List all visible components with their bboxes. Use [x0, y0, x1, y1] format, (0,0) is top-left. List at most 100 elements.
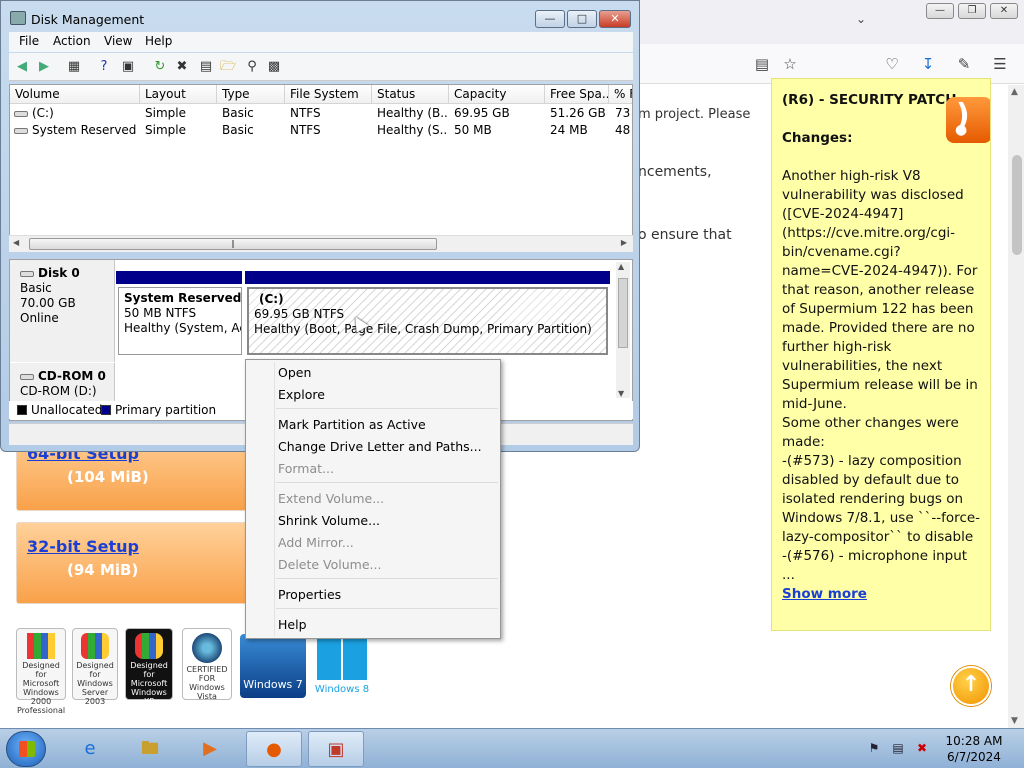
page-text-line: o ensure that	[638, 227, 732, 243]
column-header-capacity[interactable]: Capacity	[449, 85, 545, 104]
menu-item-extend-volume[interactable]: Extend Volume...	[278, 491, 384, 506]
setup-32bit-link[interactable]: 32-bit Setup	[27, 537, 139, 556]
view-icon[interactable]: ▩	[265, 58, 283, 76]
scroll-down-icon[interactable]: ▼	[618, 389, 624, 398]
volume-muted-icon[interactable]: ✖	[914, 741, 930, 757]
layout-cell: Simple	[145, 106, 186, 120]
network-icon[interactable]: ▤	[890, 741, 906, 757]
scroll-up-icon[interactable]: ▲	[618, 262, 624, 271]
scroll-to-top-button[interactable]: ↑	[951, 666, 991, 706]
properties-icon[interactable]: ▤	[197, 58, 215, 76]
menu-item-help[interactable]: Help	[278, 617, 307, 632]
menu-item-shrink-volume[interactable]: Shrink Volume...	[278, 513, 380, 528]
column-header-status[interactable]: Status	[372, 85, 449, 104]
disk-0-label[interactable]: Disk 0 Basic 70.00 GB Online	[10, 260, 115, 362]
primary-partition-swatch	[101, 405, 111, 415]
disk-0-type: Basic	[20, 281, 52, 295]
horizontal-scroll-thumb[interactable]: ‖	[29, 238, 437, 250]
scroll-right-icon[interactable]: ▶	[621, 238, 627, 247]
menu-item-mark-active[interactable]: Mark Partition as Active	[278, 417, 426, 432]
extensions-icon[interactable]: ✎	[954, 54, 974, 74]
menu-action[interactable]: Action	[53, 34, 91, 48]
layout-cell: Simple	[145, 123, 186, 137]
cdrom-icon	[20, 373, 34, 380]
disk-area-scroll-thumb[interactable]	[618, 278, 628, 348]
browser-close-button[interactable]: ✕	[990, 3, 1018, 19]
menu-separator	[276, 408, 498, 409]
sidebar-paragraph: -(#576) - microphone input ...	[782, 548, 968, 583]
volume-list: Volume Layout Type File System Status Ca…	[9, 84, 633, 252]
cdrom-0-name: CD-ROM 0	[20, 369, 114, 384]
menu-separator	[276, 608, 498, 609]
refresh-icon[interactable]: ↻	[151, 58, 169, 76]
back-arrow-icon[interactable]: ◀	[13, 58, 31, 76]
clock-time: 10:28 AM	[945, 734, 1003, 748]
disk-area-scrollbar[interactable]: ▲ ▼	[616, 262, 630, 398]
file-explorer-icon[interactable]: 🖿	[122, 731, 178, 767]
cdrom-0-label[interactable]: CD-ROM 0 CD-ROM (D:)	[10, 363, 115, 403]
media-player-icon[interactable]: ▶	[182, 731, 238, 767]
column-header-volume[interactable]: Volume	[10, 85, 140, 104]
page-scrollbar[interactable]: ▲ ▼	[1008, 85, 1024, 728]
scrollbar-thumb[interactable]	[1012, 155, 1022, 255]
properties-pane-icon[interactable]: ▣	[119, 58, 137, 76]
windows-vista-logo: CERTIFIED FOR Windows Vista	[182, 628, 232, 701]
logo-text: Windows 7	[243, 678, 303, 691]
partition-status: Healthy (Boot, Page File, Crash Dump, Pr…	[254, 322, 592, 336]
console-tree-icon[interactable]: ▦	[65, 58, 83, 76]
bookmark-star-icon[interactable]: ☆	[780, 54, 800, 74]
menu-item-delete-volume[interactable]: Delete Volume...	[278, 557, 381, 572]
column-header-free-space[interactable]: Free Spa...	[545, 85, 609, 104]
downloads-icon[interactable]: ↧	[918, 54, 938, 74]
show-more-link[interactable]: Show more	[782, 585, 982, 604]
menu-item-change-drive-letter[interactable]: Change Drive Letter and Paths...	[278, 439, 482, 454]
tab-list-chevron-icon[interactable]: ⌄	[856, 12, 866, 26]
clock[interactable]: 10:28 AM 6/7/2024	[944, 733, 1004, 765]
column-header-percent-free[interactable]: % F	[609, 85, 632, 104]
sidebar-changes-label: Changes:	[782, 130, 853, 146]
browser-minimize-button[interactable]: —	[926, 3, 954, 19]
help-icon[interactable]: ?	[95, 58, 113, 76]
menu-item-properties[interactable]: Properties	[278, 587, 341, 602]
column-header-file-system[interactable]: File System	[285, 85, 372, 104]
volume-name: (C:)	[32, 106, 54, 120]
menu-item-open[interactable]: Open	[278, 365, 311, 380]
horizontal-scrollbar[interactable]: ◀ ‖ ▶	[9, 235, 633, 252]
partition-system-reserved[interactable]: System Reserved 50 MB NTFS Healthy (Syst…	[118, 287, 242, 355]
app-menu-icon[interactable]: ☰	[990, 54, 1010, 74]
forward-arrow-icon[interactable]: ▶	[35, 58, 53, 76]
maximize-button[interactable]: □	[567, 10, 597, 28]
drive-icon	[14, 127, 28, 134]
action-center-flag-icon[interactable]: ⚑	[866, 741, 882, 757]
start-button[interactable]	[6, 731, 46, 767]
column-header-type[interactable]: Type	[217, 85, 285, 104]
logo-text: Designed for Microsoft Windows 2000 Prof…	[17, 661, 66, 715]
menu-file[interactable]: File	[19, 34, 39, 48]
browser-restore-button[interactable]: ❐	[958, 3, 986, 19]
delete-icon[interactable]: ✖	[173, 58, 191, 76]
minimize-button[interactable]: —	[535, 10, 565, 28]
window-title: Disk Management	[31, 12, 145, 27]
disk-0-name: Disk 0	[20, 266, 114, 281]
close-button[interactable]: ✕	[599, 10, 631, 28]
menu-view[interactable]: View	[104, 34, 132, 48]
cdrom-name-text: CD-ROM 0	[38, 369, 106, 383]
sidebar-paragraph: Another high-risk V8 vulnerability was d…	[782, 168, 978, 412]
menu-item-add-mirror[interactable]: Add Mirror...	[278, 535, 354, 550]
internet-explorer-icon[interactable]: e	[62, 731, 118, 767]
pocket-icon[interactable]: ♡	[882, 54, 902, 74]
reader-view-icon[interactable]: ▤	[752, 54, 772, 74]
scroll-left-icon[interactable]: ◀	[13, 238, 19, 247]
computer-management-taskbar-icon[interactable]: ▣	[308, 731, 364, 767]
search-icon[interactable]: ⚲	[243, 58, 261, 76]
column-header-layout[interactable]: Layout	[140, 85, 217, 104]
menu-item-explore[interactable]: Explore	[278, 387, 325, 402]
partition-c[interactable]: (C:) 69.95 GB NTFS Healthy (Boot, Page F…	[247, 287, 608, 355]
menu-help[interactable]: Help	[145, 34, 172, 48]
disk-0-size: 70.00 GB	[20, 296, 76, 310]
scroll-up-icon[interactable]: ▲	[1011, 87, 1018, 97]
firefox-taskbar-icon[interactable]: ●	[246, 731, 302, 767]
open-folder-icon[interactable]: 🗁	[219, 58, 237, 76]
scroll-down-icon[interactable]: ▼	[1011, 716, 1018, 726]
menu-item-format[interactable]: Format...	[278, 461, 334, 476]
